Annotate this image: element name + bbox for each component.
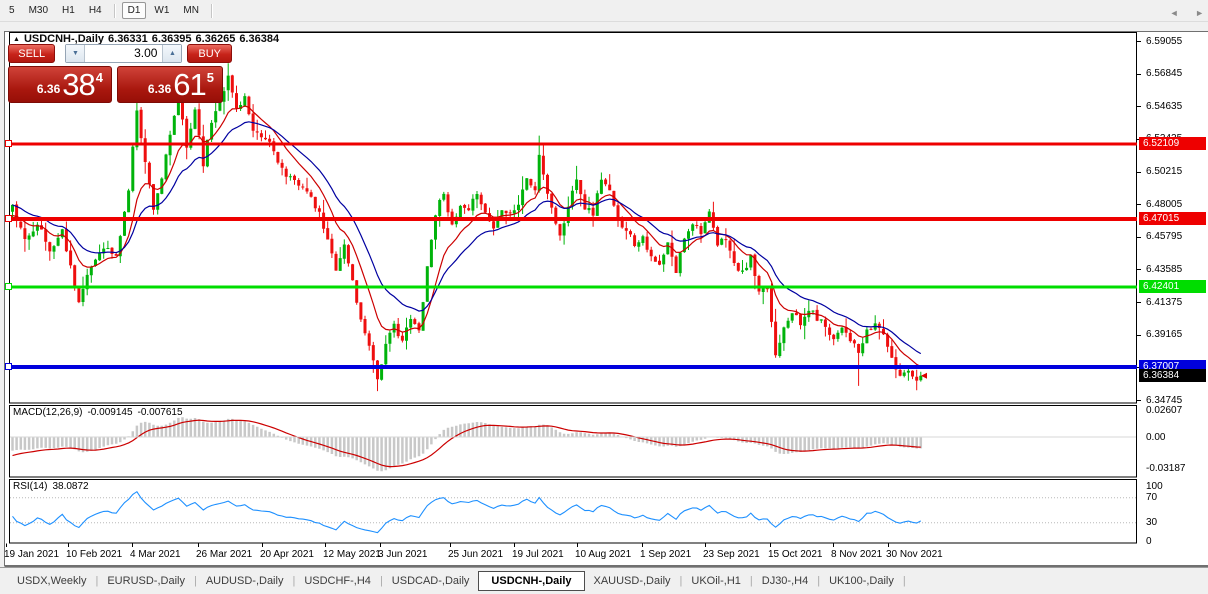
volume-stepper: ▼ 3.00 ▲	[65, 44, 182, 63]
macd-axis-label: 0.00	[1146, 432, 1165, 443]
date-axis-label: 19 Jul 2021	[512, 549, 564, 560]
timeframe-button-m30[interactable]: M30	[23, 2, 54, 19]
volume-increase-icon[interactable]: ▲	[162, 45, 181, 62]
date-axis-label: 26 Mar 2021	[196, 549, 252, 560]
tab-audusd-daily[interactable]: AUDUSD-,Daily	[197, 572, 293, 590]
bid-price-pip: 4	[96, 70, 103, 85]
timeframe-button-d1[interactable]: D1	[122, 2, 147, 19]
macd-signal-value: -0.007615	[138, 407, 183, 418]
ask-price-panel[interactable]: 6.36 61 5	[117, 66, 223, 103]
hline-price-tag[interactable]: 6.52109	[1139, 137, 1206, 150]
tab-dj30-h4[interactable]: DJ30-,H4	[753, 572, 817, 590]
sell-button[interactable]: SELL	[8, 44, 55, 63]
hline-price-tag[interactable]: 6.42401	[1139, 280, 1206, 293]
ask-price-main: 61	[173, 69, 205, 100]
macd-main-value: -0.009145	[87, 407, 132, 418]
date-axis-label: 3 Jun 2021	[378, 549, 428, 560]
tab-scroll-right-icon[interactable]: ►	[1195, 8, 1204, 18]
rsi-value: 38.0872	[52, 481, 88, 492]
timeframe-button-mn[interactable]: MN	[177, 2, 205, 19]
bid-price-panel[interactable]: 6.36 38 4	[8, 66, 112, 103]
price-axis-tick-label: 6.34745	[1146, 395, 1182, 406]
timeframe-button-h4[interactable]: H4	[83, 2, 108, 19]
buy-button[interactable]: BUY	[187, 44, 232, 63]
price-axis-tick-label: 6.54635	[1146, 101, 1182, 112]
rsi-name: RSI(14)	[13, 481, 47, 492]
date-axis-label: 25 Jun 2021	[448, 549, 503, 560]
tab-eurusd-daily[interactable]: EURUSD-,Daily	[98, 572, 194, 590]
price-axis-tick-label: 6.50215	[1146, 166, 1182, 177]
rsi-indicator-label: RSI(14) 38.0872	[13, 481, 94, 492]
date-axis-label: 10 Aug 2021	[575, 549, 631, 560]
tab-separator: |	[903, 575, 906, 587]
timeframe-toolbar: 5M30H1H4 D1W1MN	[0, 0, 1208, 22]
tab-usdx-weekly[interactable]: USDX,Weekly	[8, 572, 95, 590]
date-axis-label: 19 Jan 2021	[4, 549, 59, 560]
current-price-tag: 6.36384	[1139, 369, 1206, 382]
price-axis-tick-label: 6.43585	[1146, 264, 1182, 275]
price-axis-tick-label: 6.39165	[1146, 329, 1182, 340]
toolbar-separator	[211, 4, 213, 18]
timeframe-button-h1[interactable]: H1	[56, 2, 81, 19]
volume-input[interactable]: 3.00	[85, 45, 162, 62]
price-axis-tick-label: 6.56845	[1146, 68, 1182, 79]
trading-terminal: 5M30H1H4D1W1MN ▲USDCNH-,Daily6.363316.36…	[0, 0, 1208, 594]
date-axis-label: 23 Sep 2021	[703, 549, 760, 560]
timeframe-button-5[interactable]: 5	[3, 2, 21, 19]
price-axis-tick-label: 6.48005	[1146, 199, 1182, 210]
tab-usdchf-h4[interactable]: USDCHF-,H4	[295, 572, 380, 590]
chart-tab-bar: USDX,Weekly|EURUSD-,Daily|AUDUSD-,Daily|…	[0, 567, 1208, 594]
one-click-trading-panel: SELL ▼ 3.00 ▲ BUY 6.36 38 4 6.36 61 5	[8, 44, 232, 103]
bid-price-prefix: 6.36	[37, 82, 60, 96]
macd-name: MACD(12,26,9)	[13, 407, 82, 418]
date-axis-label: 12 May 2021	[323, 549, 381, 560]
hline-price-tag[interactable]: 6.47015	[1139, 212, 1206, 225]
date-axis-label: 10 Feb 2021	[66, 549, 122, 560]
volume-decrease-icon[interactable]: ▼	[66, 45, 85, 62]
ohlc-close: 6.36384	[239, 33, 279, 45]
tab-uk100-daily[interactable]: UK100-,Daily	[820, 572, 903, 590]
rsi-axis-label: 70	[1146, 492, 1157, 503]
date-axis-label: 4 Mar 2021	[130, 549, 181, 560]
tab-usdcnh-daily[interactable]: USDCNH-,Daily	[478, 571, 584, 591]
date-axis-label: 8 Nov 2021	[831, 549, 882, 560]
toolbar-separator	[114, 4, 116, 18]
timeframe-button-w1[interactable]: W1	[148, 2, 175, 19]
macd-axis-label: -0.03187	[1146, 463, 1185, 474]
date-axis-label: 15 Oct 2021	[768, 549, 822, 560]
ask-price-prefix: 6.36	[148, 82, 171, 96]
rsi-axis-label: 0	[1146, 536, 1152, 547]
price-axis-tick-label: 6.59055	[1146, 36, 1182, 47]
rsi-axis-label: 30	[1146, 517, 1157, 528]
rsi-axis-label: 100	[1146, 481, 1163, 492]
date-axis-label: 20 Apr 2021	[260, 549, 314, 560]
date-axis-label: 30 Nov 2021	[886, 549, 943, 560]
ask-price-pip: 5	[207, 70, 214, 85]
bid-price-main: 38	[62, 69, 94, 100]
price-axis-tick-label: 6.41375	[1146, 297, 1182, 308]
macd-indicator-label: MACD(12,26,9) -0.009145 -0.007615	[13, 407, 188, 418]
tab-usdcad-daily[interactable]: USDCAD-,Daily	[383, 572, 479, 590]
tab-scroll-left-icon[interactable]: ◄	[1170, 8, 1179, 18]
tab-xauusd-daily[interactable]: XAUUSD-,Daily	[585, 572, 680, 590]
collapse-icon[interactable]: ▲	[13, 36, 20, 43]
date-axis-label: 1 Sep 2021	[640, 549, 691, 560]
macd-axis-label: 0.02607	[1146, 405, 1182, 416]
tab-ukoil-h1[interactable]: UKOil-,H1	[682, 572, 750, 590]
price-axis-tick-label: 6.45795	[1146, 231, 1182, 242]
tab-scroll-arrows: ◄ ►	[1156, 8, 1204, 18]
